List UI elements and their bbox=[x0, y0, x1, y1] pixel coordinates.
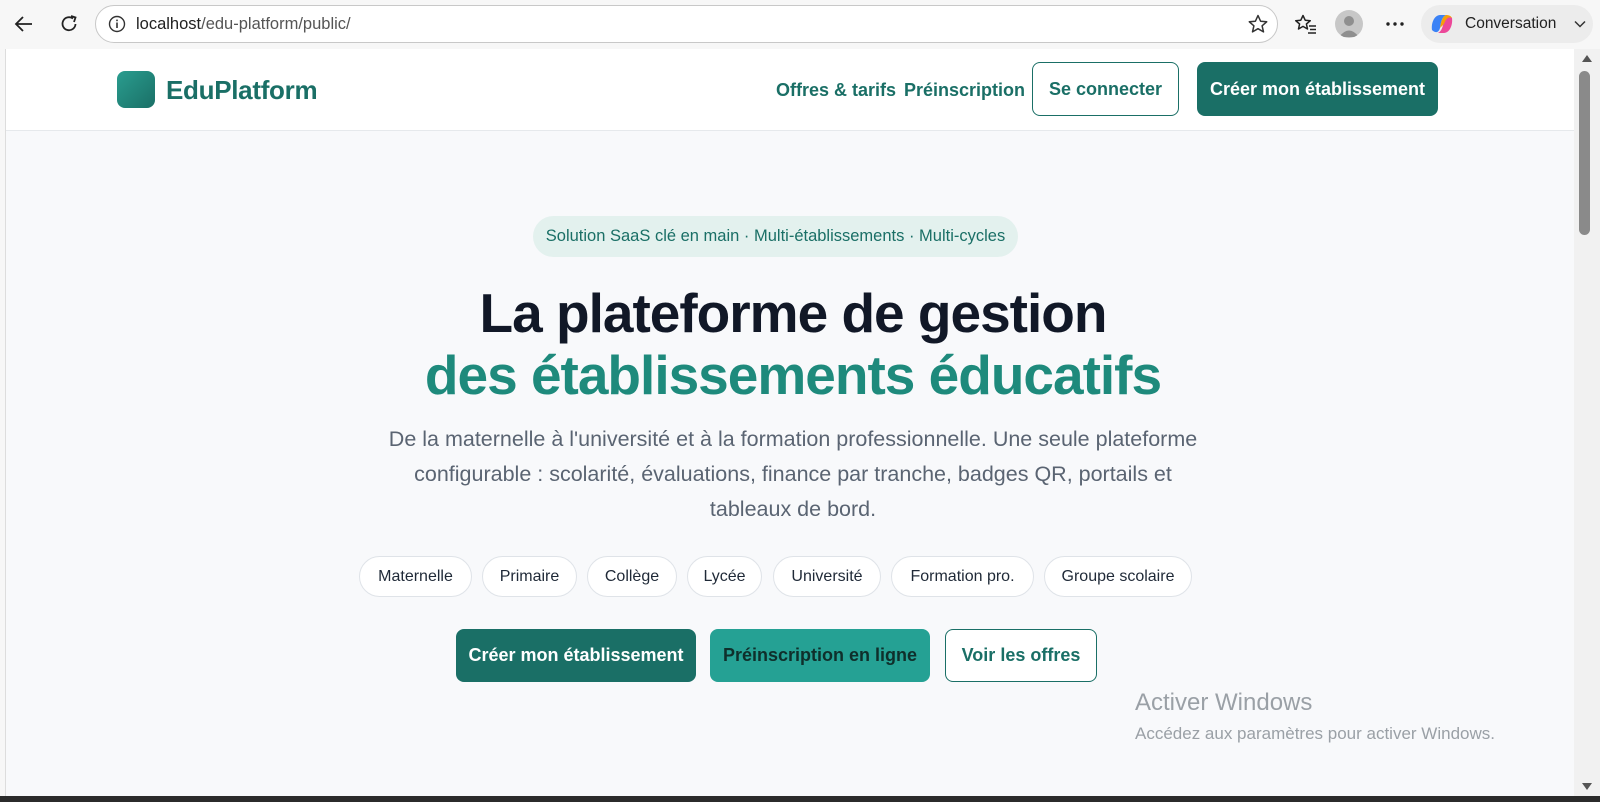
chip-formation-pro[interactable]: Formation pro. bbox=[891, 556, 1034, 597]
nav-offers-link[interactable]: Offres & tarifs bbox=[776, 80, 896, 101]
url-host: localhost bbox=[136, 15, 202, 33]
hero-description-line2: configurable : scolarité, évaluations, f… bbox=[414, 462, 1172, 486]
copilot-label: Conversation bbox=[1465, 15, 1557, 32]
scrollbar-thumb[interactable] bbox=[1579, 71, 1590, 235]
arrow-left-icon bbox=[14, 16, 32, 32]
nav-preregistration-link[interactable]: Préinscription bbox=[904, 80, 1025, 101]
url-path: /edu-platform/public/ bbox=[201, 15, 351, 33]
chip-groupe-scolaire[interactable]: Groupe scolaire bbox=[1044, 556, 1192, 597]
chip-primaire[interactable]: Primaire bbox=[482, 556, 577, 597]
favorite-star-icon[interactable] bbox=[1247, 13, 1269, 35]
more-menu-button[interactable] bbox=[1380, 9, 1410, 39]
hero-title-line2: des établissements éducatifs bbox=[424, 344, 1162, 406]
brand-name[interactable]: EduPlatform bbox=[166, 75, 318, 106]
favorites-button[interactable] bbox=[1291, 9, 1321, 39]
hero-description-line3: tableaux de bord. bbox=[709, 497, 877, 521]
cta-view-offers-button[interactable]: Voir les offres bbox=[945, 629, 1097, 682]
windows-activation-subtitle: Accédez aux paramètres pour activer Wind… bbox=[1135, 724, 1495, 743]
chip-lycee[interactable]: Lycée bbox=[687, 556, 762, 597]
scroll-down-arrow-icon[interactable] bbox=[1582, 783, 1592, 790]
taskbar-edge bbox=[0, 796, 1600, 802]
chip-universite[interactable]: Université bbox=[773, 556, 881, 597]
chevron-down-icon bbox=[1574, 20, 1586, 28]
page-scrollbar[interactable] bbox=[1574, 49, 1600, 796]
hero-badge: Solution SaaS clé en main · Multi-établi… bbox=[533, 216, 1018, 257]
back-button[interactable] bbox=[9, 9, 39, 39]
copilot-icon bbox=[1431, 15, 1453, 33]
more-horizontal-icon bbox=[1386, 22, 1404, 26]
chip-maternelle[interactable]: Maternelle bbox=[359, 556, 472, 597]
hero-title-line1: La plateforme de gestion bbox=[479, 282, 1108, 344]
info-icon[interactable] bbox=[108, 15, 126, 33]
cta-online-preregistration-button[interactable]: Préinscription en ligne bbox=[710, 629, 930, 682]
hero-description: De la maternelle à l'université et à la … bbox=[343, 422, 1243, 527]
cycle-chips: Maternelle Primaire Collège Lycée Univer… bbox=[6, 556, 1578, 597]
login-button[interactable]: Se connecter bbox=[1032, 62, 1179, 116]
logo-mark[interactable] bbox=[117, 71, 155, 108]
windows-activation-title: Activer Windows bbox=[1135, 689, 1313, 716]
favorites-list-icon bbox=[1294, 14, 1316, 34]
address-bar[interactable]: localhost/edu-platform/public/ bbox=[95, 5, 1278, 43]
url-text[interactable]: localhost/edu-platform/public/ bbox=[136, 15, 351, 34]
reload-button[interactable] bbox=[54, 9, 84, 39]
hero-description-line1: De la maternelle à l'université et à la … bbox=[388, 427, 1198, 451]
cta-create-establishment-button[interactable]: Créer mon établissement bbox=[456, 629, 696, 682]
chip-college[interactable]: Collège bbox=[587, 556, 677, 597]
profile-avatar[interactable] bbox=[1335, 10, 1363, 38]
create-establishment-button[interactable]: Créer mon établissement bbox=[1197, 62, 1438, 116]
browser-toolbar: localhost/edu-platform/public/ Conversat… bbox=[0, 0, 1600, 48]
user-icon bbox=[1339, 16, 1359, 37]
scroll-up-arrow-icon[interactable] bbox=[1582, 55, 1592, 62]
site-header: EduPlatform Offres & tarifs Préinscripti… bbox=[6, 49, 1578, 131]
page-viewport: EduPlatform Offres & tarifs Préinscripti… bbox=[5, 49, 1579, 796]
copilot-conversation-button[interactable]: Conversation bbox=[1421, 5, 1593, 43]
reload-icon bbox=[61, 15, 77, 32]
